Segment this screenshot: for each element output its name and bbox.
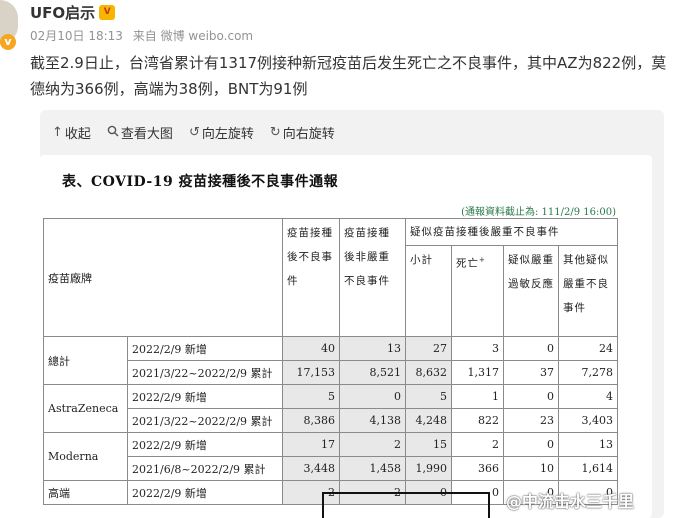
value-cell: 5 — [282, 384, 340, 409]
value-cell: 8,386 — [282, 408, 340, 433]
collapse-label: 收起 — [64, 127, 91, 142]
rotate-left-label: 向左旋转 — [201, 127, 254, 142]
table-row: 2021/6/8~2022/2/9 累計 3,448 1,458 1,990 366 10… — [44, 456, 618, 481]
header-total: 疫苗接種後不良事件 — [282, 218, 340, 337]
document-image[interactable]: 表、COVID-19 疫苗接種後不良事件通報 (通報資料截止為: 111/2/9… — [40, 155, 652, 518]
post-text: 截至2.9日止，台湾省累计有1317例接种新冠疫苗后发生死亡之不良事件，其中AZ… — [30, 54, 667, 98]
table-row: Moderna 2022/2/9 新增 17 2 15 2 0 13 — [43, 432, 618, 481]
value-cell: 24 — [558, 336, 618, 361]
value-cell: 1,990 — [405, 456, 452, 481]
brand-cell: 高端 — [43, 480, 128, 505]
value-cell: 15 — [405, 432, 452, 457]
header-other: 其他疑似嚴重不良事件 — [558, 244, 618, 338]
period-cell: 2021/6/8~2022/2/9 累計 — [127, 456, 283, 481]
value-cell: 17 — [282, 432, 340, 457]
value-cell: 5 — [405, 384, 452, 409]
value-cell: 822 — [451, 408, 504, 433]
value-cell: 4 — [558, 384, 618, 409]
verified-badge-icon: v — [0, 34, 16, 50]
header-death: 死亡+ — [451, 244, 504, 338]
adverse-events-table: 疫苗廠牌 疫苗接種後不良事件 疫苗接種後非嚴重不良事件 疑似疫苗接種後嚴重不良事… — [43, 218, 618, 505]
table-title: 表、COVID-19 疫苗接種後不良事件通報 — [62, 174, 339, 190]
watermark: @中流击水三千里 — [506, 492, 635, 511]
table-row: 2021/3/22~2022/2/9 累計 17,153 8,521 8,632 1,3… — [44, 360, 618, 385]
value-cell: 8,632 — [405, 360, 452, 385]
rotate-left-button[interactable]: ↺ 向左旋转 — [189, 123, 254, 142]
value-cell: 4,138 — [339, 408, 406, 433]
post-meta: 02月10日 18:13 来自 微博 weibo.com — [30, 27, 259, 44]
value-cell: 13 — [558, 432, 618, 457]
rotate-right-icon: ↻ — [269, 125, 281, 140]
value-cell: 1,614 — [558, 456, 618, 481]
vip-crown-icon: V — [99, 5, 116, 20]
post-date[interactable]: 02月10日 18:13 — [30, 29, 123, 43]
period-cell: 2022/2/9 新增 — [127, 384, 283, 409]
table-row: AstraZeneca 2022/2/9 新增 5 0 5 1 0 4 — [43, 384, 618, 433]
author-name[interactable]: UFO启示 V — [30, 2, 116, 23]
magnifier-icon — [107, 125, 119, 141]
rotate-left-icon: ↺ — [188, 125, 200, 140]
period-cell: 2021/3/22~2022/2/9 累計 — [127, 408, 283, 433]
value-cell: 3 — [451, 336, 504, 361]
collapse-button[interactable]: ↑ 收起 — [52, 123, 91, 142]
value-cell: 2 — [339, 480, 406, 505]
value-cell: 0 — [503, 432, 559, 457]
post-source: 来自 微博 weibo.com — [132, 29, 254, 43]
value-cell: 13 — [339, 336, 406, 361]
value-cell: 17,153 — [282, 360, 340, 385]
value-cell: 1 — [451, 384, 504, 409]
value-cell: 8,521 — [339, 360, 406, 385]
value-cell: 2 — [451, 432, 504, 457]
value-cell: 0 — [405, 480, 452, 505]
value-cell: 2 — [282, 480, 340, 505]
up-arrow-icon: ↑ — [52, 125, 63, 140]
header-serious-group: 疑似疫苗接種後嚴重不良事件 — [405, 218, 618, 246]
period-cell: 2022/2/9 新增 — [127, 480, 283, 505]
value-cell: 1,458 — [339, 456, 406, 481]
table-body: 總計 2022/2/9 新增 40 13 27 3 0 24 2021/3/22~2022/2/… — [43, 336, 618, 505]
view-large-label: 查看大图 — [120, 127, 173, 142]
period-cell: 2022/2/9 新增 — [127, 336, 283, 361]
value-cell: 0 — [339, 384, 406, 409]
value-cell: 0 — [503, 384, 559, 409]
rotate-right-label: 向右旋转 — [282, 127, 335, 142]
value-cell: 3,448 — [282, 456, 340, 481]
brand-cell: Moderna — [43, 432, 128, 481]
period-cell: 2021/3/22~2022/2/9 累計 — [127, 360, 283, 385]
value-cell: 2 — [339, 432, 406, 457]
value-cell: 0 — [451, 480, 504, 505]
author-name-text[interactable]: UFO启示 — [30, 2, 95, 23]
data-cutoff-note: (通報資料截止為: 111/2/9 16:00) — [461, 207, 616, 218]
value-cell: 366 — [451, 456, 504, 481]
value-cell: 10 — [503, 456, 559, 481]
header-death-text: 死亡 — [456, 257, 479, 270]
brand-cell: AstraZeneca — [43, 384, 128, 433]
rotate-right-button[interactable]: ↻ 向右旋转 — [270, 123, 335, 142]
header-subtotal: 小計 — [405, 244, 452, 338]
value-cell: 40 — [282, 336, 340, 361]
value-cell: 4,248 — [405, 408, 452, 433]
table-row: 2021/3/22~2022/2/9 累計 8,386 4,138 4,248 822 2… — [44, 408, 618, 433]
table-row: 總計 2022/2/9 新增 40 13 27 3 0 24 — [43, 336, 618, 385]
header-brand: 疫苗廠牌 — [43, 218, 283, 337]
value-cell: 37 — [503, 360, 559, 385]
header-non-serious: 疫苗接種後非嚴重不良事件 — [339, 218, 406, 337]
value-cell: 7,278 — [558, 360, 618, 385]
view-large-button[interactable]: 查看大图 — [107, 123, 173, 142]
value-cell: 27 — [405, 336, 452, 361]
header-allergy: 疑似嚴重過敏反應 — [503, 244, 559, 338]
image-toolbar: ↑ 收起 查看大图 ↺ 向左旋转 ↻ 向右旋转 — [52, 123, 335, 142]
value-cell: 3,403 — [558, 408, 618, 433]
value-cell: 1,317 — [451, 360, 504, 385]
period-cell: 2022/2/9 新增 — [127, 432, 283, 457]
brand-cell: 總計 — [43, 336, 128, 385]
value-cell: 0 — [503, 336, 559, 361]
value-cell: 23 — [503, 408, 559, 433]
